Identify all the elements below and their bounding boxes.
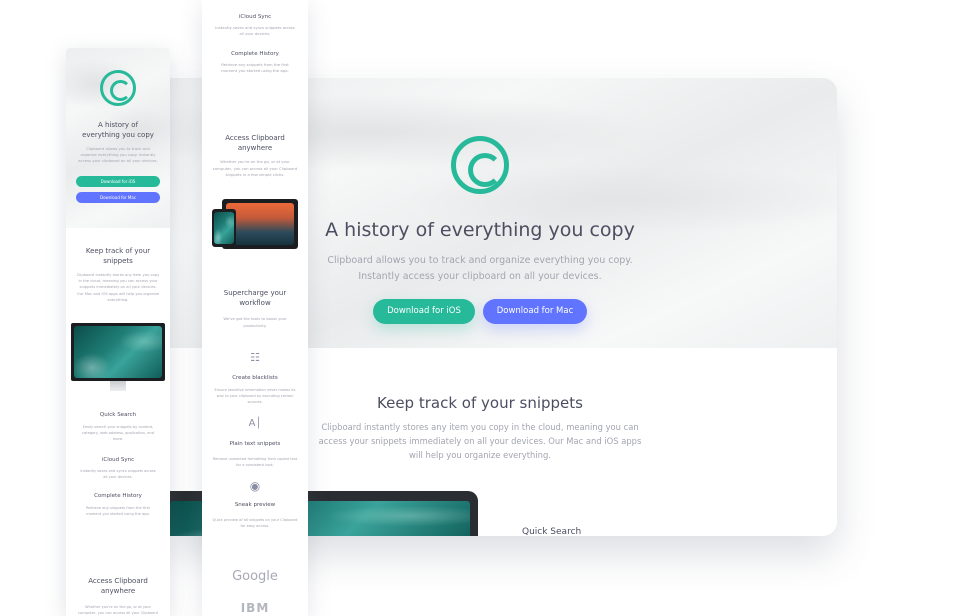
download-mac-button[interactable]: Download for Mac <box>483 299 587 324</box>
mobile-hero-title-line: A history of <box>97 121 139 129</box>
mobile-feature-text: Retrieve any snippets from the first mom… <box>86 506 150 516</box>
mobile-feature-title: Quick Search <box>99 412 137 418</box>
tablet-feature-text: Retrieve any snippets from the first mom… <box>221 62 289 73</box>
ibm-logo: IBM <box>240 601 270 615</box>
mobile-hero-description: Clipboard allows you to track and organi… <box>78 146 158 163</box>
google-logo: Google <box>232 569 278 584</box>
text-icon: A│ <box>248 418 262 429</box>
blacklist-icon: ☷ <box>250 351 260 364</box>
mobile-preview: A history of everything you copy Clipboa… <box>66 48 170 616</box>
monitor-stand <box>110 381 126 391</box>
tablet-workflow-text: We've got the tools to boost your produc… <box>223 316 287 328</box>
tablet-access-title: Access Clipboard anywhere <box>225 134 285 152</box>
mobile-feature-title: iCloud Sync <box>101 457 135 463</box>
tablet-workflow-item-title: Sneak preview <box>234 502 276 508</box>
desktop-feature-title: Quick Search <box>522 527 582 536</box>
tablet-feature-title: Complete History <box>231 51 279 57</box>
mobile-access-title: Access Clipboard anywhere <box>88 577 148 595</box>
tablet-feature-text: Instantly saves and syncs snippets acros… <box>215 25 295 36</box>
clipboard-logo-icon <box>100 70 136 106</box>
eye-icon: ◉ <box>249 479 261 493</box>
mobile-snippets-title: Keep track of your snippets <box>85 247 151 265</box>
mobile-feature-text: Instantly saves and syncs snippets acros… <box>80 469 156 479</box>
hero-description: Clipboard allows you to track and organi… <box>327 255 633 282</box>
tablet-workflow-item-title: Create blacklists <box>232 375 278 381</box>
mobile-snippets-description: Clipboard instantly stores any item you … <box>76 273 160 302</box>
monitor-screen <box>74 326 162 378</box>
mobile-feature-text: Easily search your snippets by content, … <box>81 425 154 441</box>
tablet-access-text: Whether you're on the go, or at your com… <box>212 159 298 177</box>
monitor-image <box>71 323 165 381</box>
tablet-workflow-item-text: Quick preview of all snippets on your Cl… <box>212 518 298 528</box>
download-ios-button[interactable]: Download for iOS <box>76 176 160 187</box>
mobile-access-text: Whether you're on the go, or at your com… <box>78 605 158 615</box>
mobile-hero-title-line: everything you copy <box>82 131 154 139</box>
download-mac-button[interactable]: Download for Mac <box>76 192 160 203</box>
tablet-feature-title: iCloud Sync <box>238 14 272 20</box>
mobile-feature-title: Complete History <box>94 493 142 499</box>
mobile-hero-title: A history of everything you copy <box>66 120 170 140</box>
tablet-workflow-item-text: Ensure sensitive information never makes… <box>214 388 296 404</box>
responsive-preview-stage: A history of everything you copy Clipboa… <box>0 0 960 616</box>
tablet-workflow-item-title: Plain text snippets <box>229 441 281 447</box>
snippets-description: Clipboard instantly stores any item you … <box>318 422 642 460</box>
clipboard-logo-icon <box>451 136 509 194</box>
tablet-preview: iCloud Sync Instantly saves and syncs sn… <box>202 0 308 616</box>
devices-image <box>212 199 298 251</box>
tablet-workflow-title: Supercharge your workflow <box>223 289 287 307</box>
tablet-workflow-item-text: Remove unwanted formatting from copied t… <box>212 457 298 467</box>
download-ios-button[interactable]: Download for iOS <box>373 299 475 324</box>
